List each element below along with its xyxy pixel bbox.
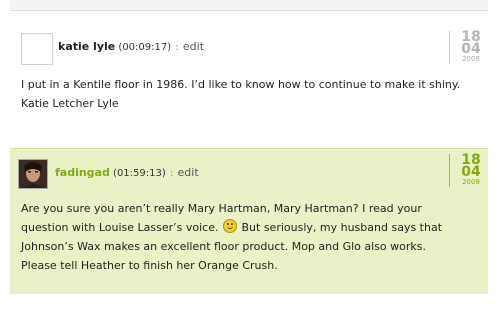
comment-body: I put in a Kentile floor in 1986. I’d li…: [21, 78, 461, 110]
comment-highlighted: fadingad (01:59:13) : edit 18 04 2008 Ar…: [10, 148, 488, 294]
avatar-portrait-icon: [19, 160, 47, 188]
comment-meta: fadingad (01:59:13) : edit: [55, 166, 199, 179]
meta-separator: :: [169, 168, 174, 179]
avatar: [18, 159, 48, 189]
comment-meta: katie lyle (00:09:17) : edit: [58, 40, 204, 53]
comment-author: katie lyle: [58, 40, 116, 53]
comment-body: Are you sure you aren’t really Mary Hart…: [21, 199, 464, 275]
comment-date: 18 04 2008: [449, 153, 484, 187]
comment-time: (01:59:13): [113, 168, 166, 179]
comment-author-link[interactable]: fadingad: [55, 166, 110, 179]
comment-time: (00:09:17): [118, 42, 172, 53]
edit-link[interactable]: edit: [178, 166, 199, 179]
smiley-icon: [223, 219, 237, 233]
previous-comment-bottom: [10, 0, 488, 11]
comment-date: 18 04 2008: [449, 30, 484, 64]
date-month: 04: [461, 41, 481, 57]
meta-separator: :: [175, 42, 179, 53]
date-month: 04: [461, 164, 481, 180]
edit-link[interactable]: edit: [183, 40, 204, 53]
comment: katie lyle (00:09:17) : edit 18 04 2008 …: [10, 18, 488, 118]
avatar-placeholder: [21, 33, 53, 65]
